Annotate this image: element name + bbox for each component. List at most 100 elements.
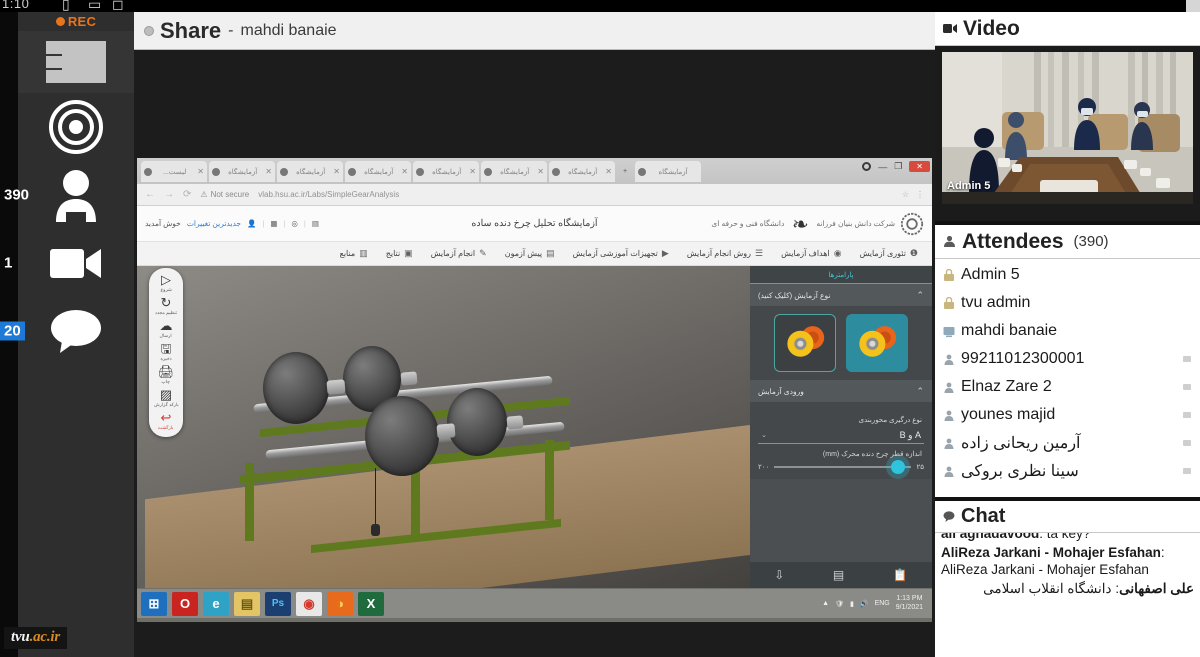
windows-start-icon[interactable]: ⊞	[141, 591, 167, 616]
photoshop-icon[interactable]: Ps	[265, 591, 291, 616]
edge-icon[interactable]: e	[203, 591, 229, 616]
rail-item-chat[interactable]: 20	[0, 297, 134, 365]
lab-tool-upload[interactable]: ☁ ارسال	[151, 319, 181, 339]
account-link[interactable]: جدیدترین تغییرات	[187, 219, 241, 228]
menu-item-results[interactable]: ▣ نتایج	[386, 248, 413, 259]
clipboard-icon[interactable]: 📋	[893, 568, 908, 582]
scrollbar-top[interactable]	[1186, 0, 1200, 12]
security-indicator[interactable]: ⚠ Not secure	[200, 190, 249, 199]
menu-item-pretest[interactable]: ▤ پیش آزمون	[505, 248, 555, 259]
engagement-type-select[interactable]: A و B ⌄	[758, 427, 924, 444]
browser-tab[interactable]: آزمایشگاه ✕	[481, 161, 547, 182]
bookmark-star-icon[interactable]: ☆	[902, 190, 909, 199]
slider-track[interactable]	[774, 460, 912, 474]
menu-item-goals[interactable]: ◉ اهداف آزمایش	[781, 248, 841, 259]
driver-diameter-slider[interactable]: ۲۵ ۲۰۰	[758, 460, 924, 474]
attendee-row[interactable]: mahdi banaie	[943, 317, 1200, 345]
browser-menu-icon[interactable]: ⋮	[916, 190, 924, 199]
security-icon[interactable]: 🛡	[835, 600, 844, 608]
lab-tool-start[interactable]: ▷ شروع	[151, 273, 181, 293]
settings-icon[interactable]: ◎	[291, 219, 298, 228]
lab-panel-tab[interactable]: پارامترها	[750, 266, 932, 284]
rail-item-record[interactable]	[18, 93, 134, 161]
attendees-pane-header[interactable]: Attendees (390)	[935, 225, 1200, 259]
firefox-icon[interactable]: ◑	[327, 591, 353, 616]
tab-close-icon[interactable]: ✕	[265, 167, 272, 176]
reload-button[interactable]: ⟳	[183, 189, 191, 200]
lab-tool-qrcode[interactable]: ▨ بارکد گزارش	[151, 388, 181, 408]
user-icon[interactable]: 👤	[247, 219, 256, 228]
video-pane-header[interactable]: Video	[935, 12, 1200, 46]
lab-tool-save[interactable]: 🖫 ذخیره	[151, 342, 181, 362]
tab-close-icon[interactable]: ✕	[333, 167, 340, 176]
back-button[interactable]: ←	[145, 189, 155, 200]
attendee-row[interactable]: younes majid	[943, 401, 1200, 429]
tab-close-icon[interactable]: ✕	[537, 167, 544, 176]
attendee-icon	[944, 438, 954, 449]
rail-item-layout[interactable]	[18, 31, 134, 93]
report-icon[interactable]: ▤	[312, 219, 319, 228]
language-indicator[interactable]: ENG	[875, 600, 890, 607]
tab-title: آزمایشگاه	[364, 168, 394, 176]
right-column: Video Admin 5 Attendees (390) Admin 5 tv…	[935, 12, 1200, 657]
chart-icon[interactable]: ▤	[833, 568, 844, 582]
new-tab-button[interactable]: +	[617, 161, 633, 182]
tab-close-icon[interactable]: ✕	[605, 167, 612, 176]
browser-tab[interactable]: آزمایشگاه ✕	[549, 161, 615, 182]
tab-close-icon[interactable]: ✕	[469, 167, 476, 176]
forward-button[interactable]: →	[164, 189, 174, 200]
attendee-row[interactable]: آرمین ریحانی زاده	[943, 429, 1200, 457]
attendee-row[interactable]: سینا نظری بروکی	[943, 457, 1200, 485]
url-text[interactable]: vlab.hsu.ac.ir/Labs/SimpleGearAnalysis	[258, 190, 399, 199]
lab-tool-print[interactable]: 🖨 چاپ	[151, 365, 181, 385]
close-button[interactable]: ✕	[909, 161, 930, 172]
experiment-type-header[interactable]: ⌃ نوع آزمایش (کلیک کنید)	[750, 284, 932, 306]
folder-icon[interactable]: ▤	[234, 591, 260, 616]
help-icon[interactable]: ▦	[270, 219, 277, 228]
save-report-icon[interactable]: ⇩	[774, 568, 784, 582]
lab-tool-back[interactable]: ↩ بازگشت	[151, 411, 181, 431]
chat-messages[interactable]: ali aghadavood: ta key? AliReza Jarkani …	[935, 533, 1200, 657]
minimize-button[interactable]: —	[878, 162, 887, 172]
book-icon: ▥	[359, 248, 368, 258]
network-icon[interactable]: ▮	[850, 600, 854, 608]
chat-pane-header[interactable]: Chat	[935, 501, 1200, 533]
attendee-row[interactable]: Elnaz Zare 2	[943, 373, 1200, 401]
rail-item-camera[interactable]: 1	[4, 229, 134, 297]
browser-tab[interactable]: لیست... ✕	[141, 161, 207, 182]
menu-item-equipment[interactable]: ▶ تجهیزات آموزشی آزمایش	[573, 248, 669, 259]
tab-close-icon[interactable]: ✕	[197, 167, 204, 176]
menu-label: نتایج	[385, 249, 401, 258]
browser-tab[interactable]: آزمایشگاه ✕	[413, 161, 479, 182]
lab-tool-label: چاپ	[161, 379, 171, 385]
rail-item-attendees[interactable]: 390	[4, 161, 134, 229]
simulation-stage[interactable]: ▷ شروع ↻ تنظیم مجدد ☁ ارسال 🖫 ذخیره 🖨 چا…	[137, 266, 932, 588]
menu-label: منابع	[339, 249, 356, 258]
browser-tab[interactable]: آزمایشگاه ✕	[209, 161, 275, 182]
show-hidden-icon[interactable]: ▲	[822, 600, 829, 607]
attendee-row[interactable]: 99211012300001	[943, 345, 1200, 373]
taskbar-clock[interactable]: 1:13 PM 9/1/2021	[896, 595, 923, 611]
opera-icon[interactable]: O	[172, 591, 198, 616]
menu-item-run[interactable]: ✎ انجام آزمایش	[431, 248, 487, 259]
browser-tab[interactable]: آزمایشگاه ✕	[277, 161, 343, 182]
experiment-input-header[interactable]: ⌃ ورودی آزمایش	[750, 380, 932, 402]
chrome-icon[interactable]: ◉	[296, 591, 322, 616]
video-feed[interactable]: Admin 5	[942, 52, 1193, 204]
tab-close-icon[interactable]: ✕	[401, 167, 408, 176]
excel-icon[interactable]: X	[358, 591, 384, 616]
browser-tab[interactable]: آزمایشگاه	[635, 161, 701, 182]
volume-icon[interactable]: 🔊	[860, 600, 869, 608]
attendee-row[interactable]: Admin 5	[943, 261, 1200, 289]
maximize-button[interactable]: ❐	[894, 161, 902, 172]
slider-knob[interactable]	[891, 460, 906, 474]
menu-item-theory[interactable]: ❶ تئوری آزمایش	[860, 248, 918, 259]
menu-item-sources[interactable]: ▥ منابع	[340, 248, 368, 259]
browser-tab[interactable]: آزمایشگاه ✕	[345, 161, 411, 182]
attendee-row[interactable]: tvu admin	[943, 289, 1200, 317]
gear-option-a[interactable]	[774, 314, 836, 372]
gear-option-b[interactable]	[846, 314, 908, 372]
profile-icon[interactable]	[862, 162, 872, 171]
lab-tool-reset[interactable]: ↻ تنظیم مجدد	[151, 296, 181, 316]
menu-item-procedure[interactable]: ☰ روش انجام آزمایش	[687, 248, 763, 259]
